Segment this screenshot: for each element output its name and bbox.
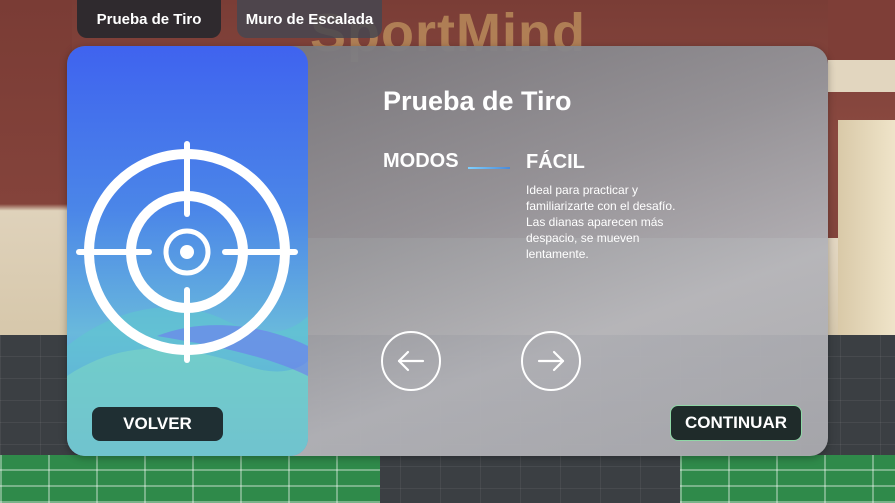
back-button[interactable]: VOLVER	[92, 407, 223, 441]
modes-label: MODOS	[383, 150, 459, 172]
floor-mat-left	[0, 455, 380, 503]
continue-button[interactable]: CONTINUAR	[670, 405, 802, 441]
mode-description: Ideal para practicar y familiarizarte co…	[526, 183, 676, 261]
mode-selection-panel: VOLVER Prueba de Tiro MODOS FÁCIL Ideal …	[67, 46, 828, 456]
panel-title: Prueba de Tiro	[383, 86, 572, 116]
next-mode-button[interactable]	[521, 331, 581, 391]
arrow-right-icon	[537, 350, 565, 372]
right-pillar	[838, 120, 895, 350]
tab-muro-de-escalada[interactable]: Muro de Escalada	[237, 0, 382, 38]
crosshair-target-icon	[76, 141, 298, 363]
arrow-left-icon	[397, 350, 425, 372]
tab-prueba-de-tiro[interactable]: Prueba de Tiro	[77, 0, 221, 38]
left-wall-strip	[0, 0, 72, 340]
mode-name: FÁCIL	[526, 151, 585, 173]
floor-mat-right	[680, 455, 895, 503]
right-wall-ledge	[828, 60, 895, 92]
previous-mode-button[interactable]	[381, 331, 441, 391]
hero-card: VOLVER	[67, 46, 308, 456]
modes-divider	[468, 167, 510, 169]
